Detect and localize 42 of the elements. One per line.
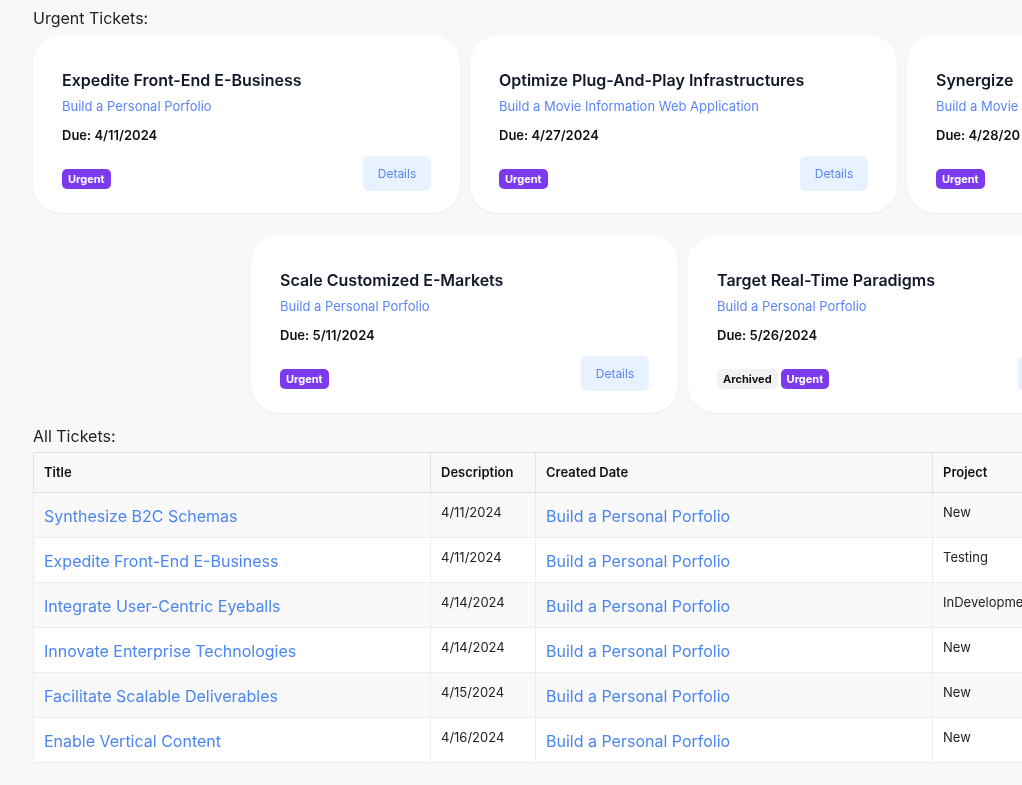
project-link[interactable]: Build a Personal Porfolio — [717, 297, 1022, 315]
ticket-title: Expedite Front-End E-Business — [62, 69, 303, 91]
section-heading: All Tickets: — [33, 426, 117, 446]
ticket-title: Target Real-Time Paradigms — [717, 269, 936, 291]
details-button[interactable]: Details — [363, 156, 431, 191]
status-text: InDevelopme — [943, 593, 1022, 611]
column-header: Title — [33, 452, 431, 493]
status-tag: Archived — [717, 369, 778, 389]
status-tag: Urgent — [62, 169, 111, 189]
status-text: Testing — [943, 548, 988, 566]
project-link[interactable]: Build a Personal Porfolio — [62, 97, 431, 115]
due-date: Due: 5/26/2024 — [717, 326, 819, 344]
date-text: 4/15/2024 — [441, 683, 505, 701]
due-date: Due: 5/11/2024 — [280, 326, 376, 344]
date-text: 4/16/2024 — [441, 728, 505, 746]
ticket-title: Scale Customized E-Markets — [280, 269, 505, 291]
column-header: Description — [430, 452, 536, 493]
details-button[interactable]: Details — [800, 156, 868, 191]
due-date: Due: 4/11/2024 — [62, 126, 159, 144]
date-text: 4/14/2024 — [441, 593, 505, 611]
status-text: New — [943, 503, 971, 521]
status-text: New — [943, 728, 971, 746]
date-text: 4/11/2024 — [441, 548, 502, 566]
status-tag: Urgent — [780, 369, 830, 389]
column-header: Created Date — [535, 452, 933, 493]
ticket-title: Optimize Plug-And-Play Infrastructures — [499, 69, 806, 91]
status-tag: Urgent — [280, 369, 329, 389]
project-link[interactable]: Build a Movie Information Web Application — [499, 97, 868, 115]
project-link[interactable]: Build a Personal Porfolio — [280, 297, 649, 315]
status-text: New — [943, 638, 971, 656]
details-button[interactable]: Details — [581, 356, 649, 391]
project-link[interactable]: Build a Movie — [936, 97, 1022, 115]
date-text: 4/14/2024 — [441, 638, 505, 656]
due-date: Due: 4/27/2024 — [499, 126, 600, 144]
column-header: Project — [932, 452, 1022, 493]
ticket-title: Synergize — [936, 69, 1015, 91]
status-text: New — [943, 683, 971, 701]
date-text: 4/11/2024 — [441, 503, 502, 521]
due-date: Due: 4/28/20 — [936, 126, 1022, 144]
status-tag: Urgent — [499, 169, 548, 189]
section-heading: Urgent Tickets: — [33, 8, 150, 28]
status-tag: Urgent — [936, 169, 985, 189]
